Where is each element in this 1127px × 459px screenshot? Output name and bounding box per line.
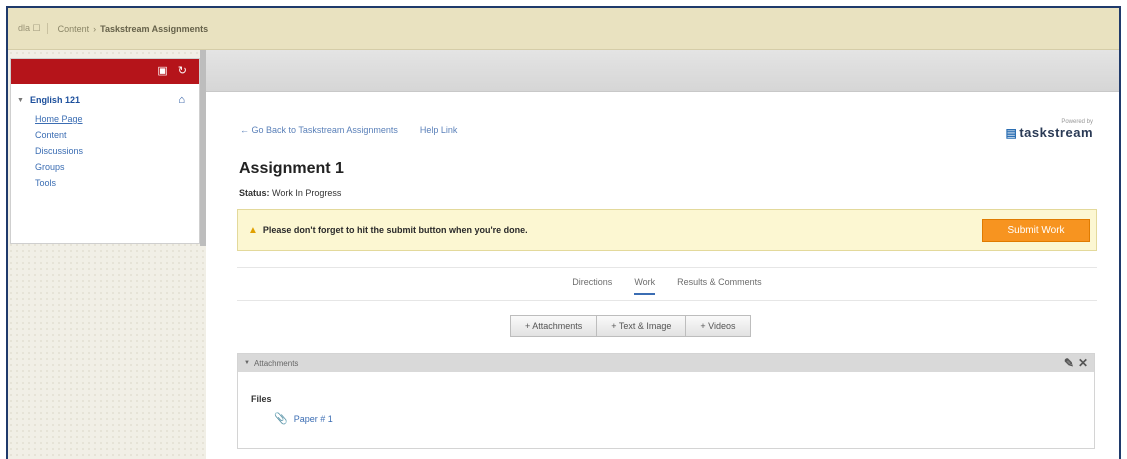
files-label: Files: [251, 394, 272, 404]
menu-item-tools[interactable]: Tools: [17, 175, 199, 191]
warning-icon: ▲: [248, 224, 258, 236]
main-content: ← Go Back to Taskstream Assignments Help…: [206, 92, 1119, 459]
page-title: Assignment 1: [239, 160, 344, 177]
expand-caret-icon[interactable]: ▼: [17, 97, 24, 104]
tab-results-comments[interactable]: Results & Comments: [677, 277, 762, 295]
refresh-icon[interactable]: ↻: [178, 66, 187, 77]
powered-by-logo: Powered by ▤ taskstream: [1006, 119, 1094, 140]
file-link[interactable]: Paper # 1: [294, 414, 333, 424]
top-links: ← Go Back to Taskstream Assignments Help…: [240, 125, 457, 135]
submit-work-button[interactable]: Submit Work: [982, 219, 1090, 242]
paperclip-icon: 📎: [274, 413, 288, 425]
tab-directions[interactable]: Directions: [572, 277, 612, 295]
taskstream-brand-text: taskstream: [1019, 125, 1093, 140]
status-value: Work In Progress: [272, 188, 342, 198]
assignment-tabs: Directions Work Results & Comments: [237, 277, 1097, 295]
add-content-buttons: + Attachments + Text & Image + Videos: [510, 315, 751, 337]
tabs-divider-bottom: [237, 300, 1097, 301]
breadcrumb-bar: dla ☐ Content › Taskstream Assignments: [8, 8, 1119, 50]
add-attachments-button[interactable]: + Attachments: [510, 315, 598, 337]
home-icon[interactable]: ⌂: [178, 94, 185, 106]
edit-pencil-icon[interactable]: ✎: [1064, 356, 1074, 370]
attachments-header-label: Attachments: [253, 358, 299, 368]
attachments-panel-header[interactable]: ▼ Attachments ✎ ✕: [238, 354, 1094, 372]
app-frame: dla ☐ Content › Taskstream Assignments ▣…: [6, 6, 1121, 459]
taskstream-logo-icon: ▤: [1005, 126, 1018, 140]
menu-item-groups[interactable]: Groups: [17, 159, 199, 175]
status-line: Status: Work In Progress: [239, 188, 341, 198]
help-link[interactable]: Help Link: [420, 125, 458, 135]
status-label: Status:: [239, 188, 270, 198]
tabs-divider-top: [237, 267, 1097, 268]
menu-item-discussions[interactable]: Discussions: [17, 143, 199, 159]
file-item: 📎 Paper # 1: [274, 412, 333, 425]
content-header-bar: [206, 50, 1119, 92]
add-videos-button[interactable]: + Videos: [685, 315, 751, 337]
submit-reminder-alert: ▲ Please don't forget to hit the submit …: [237, 209, 1097, 251]
course-name[interactable]: English 121: [30, 95, 80, 105]
close-icon[interactable]: ✕: [1078, 356, 1088, 370]
back-link[interactable]: ← Go Back to Taskstream Assignments: [240, 125, 398, 135]
course-menu: ▣ ↻ ▼ English 121 ⌂ Home Page Content Di…: [10, 58, 200, 244]
taskstream-logo: ▤ taskstream: [1006, 125, 1094, 140]
course-selector-button[interactable]: dla ☐: [18, 23, 48, 34]
alert-message: Please don't forget to hit the submit bu…: [262, 225, 528, 235]
breadcrumb-root-link[interactable]: Content: [58, 24, 90, 34]
panel-tools: ✎ ✕: [1064, 356, 1088, 370]
tab-work[interactable]: Work: [634, 277, 655, 295]
breadcrumb-separator: ›: [93, 23, 97, 34]
collapse-triangle-icon[interactable]: ▼: [244, 360, 250, 366]
attachments-panel: ▼ Attachments ✎ ✕ Files 📎 Paper # 1: [237, 353, 1095, 449]
add-text-image-button[interactable]: + Text & Image: [596, 315, 687, 337]
course-menu-header: ▣ ↻: [11, 59, 199, 84]
menu-item-home-page[interactable]: Home Page: [17, 111, 199, 127]
breadcrumb-current: Taskstream Assignments: [100, 23, 209, 34]
folder-icon[interactable]: ▣: [157, 66, 167, 77]
course-title-row[interactable]: ▼ English 121 ⌂: [17, 94, 199, 106]
menu-item-content[interactable]: Content: [17, 127, 199, 143]
